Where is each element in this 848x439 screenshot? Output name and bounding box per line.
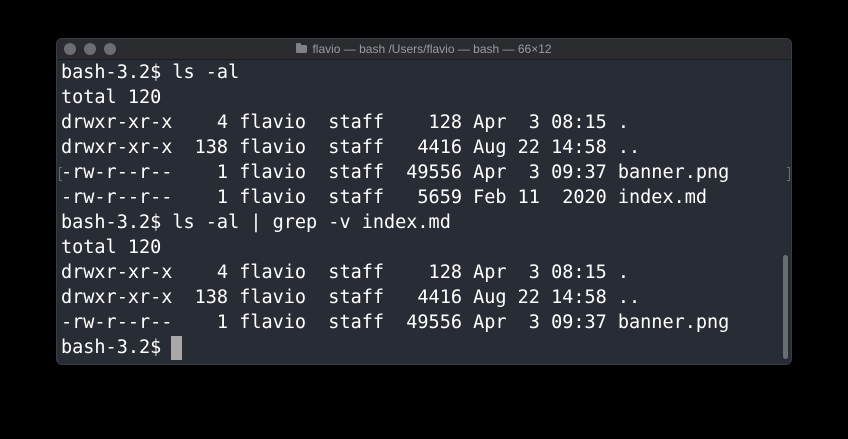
terminal-line: total 120 [61, 87, 162, 108]
terminal-line: -rw-r--r-- 1 flavio staff 5659 Feb 11 20… [61, 187, 708, 208]
scrollbar-thumb[interactable] [783, 255, 788, 359]
terminal-line: drwxr-xr-x 138 flavio staff 4416 Aug 22 … [61, 287, 641, 308]
folder-icon [296, 43, 308, 53]
terminal-output[interactable]: bash-3.2$ ls -al total 120 drwxr-xr-x 4 … [61, 61, 781, 361]
window-title: flavio — bash /Users/flavio — bash — 66×… [312, 42, 552, 56]
terminal-line: drwxr-xr-x 4 flavio staff 128 Apr 3 08:1… [61, 112, 630, 133]
terminal-line: drwxr-xr-x 4 flavio staff 128 Apr 3 08:1… [61, 262, 630, 283]
mark-bracket-right [787, 167, 790, 181]
terminal-line: total 120 [61, 237, 162, 258]
terminal-line: drwxr-xr-x 138 flavio staff 4416 Aug 22 … [61, 137, 641, 158]
terminal-line: -rw-r--r-- 1 flavio staff 49556 Apr 3 09… [61, 312, 730, 333]
terminal-window: flavio — bash /Users/flavio — bash — 66×… [57, 39, 791, 364]
window-title-container: flavio — bash /Users/flavio — bash — 66×… [57, 39, 791, 59]
text-cursor [171, 336, 182, 360]
mark-bracket-left [59, 167, 62, 181]
terminal-line: bash-3.2$ ls -al [61, 62, 240, 83]
terminal-prompt-line: bash-3.2$ [61, 337, 173, 358]
title-bar[interactable]: flavio — bash /Users/flavio — bash — 66×… [57, 39, 791, 60]
terminal-line: -rw-r--r-- 1 flavio staff 49556 Apr 3 09… [61, 162, 730, 183]
terminal-line: bash-3.2$ ls -al | grep -v index.md [61, 212, 451, 233]
